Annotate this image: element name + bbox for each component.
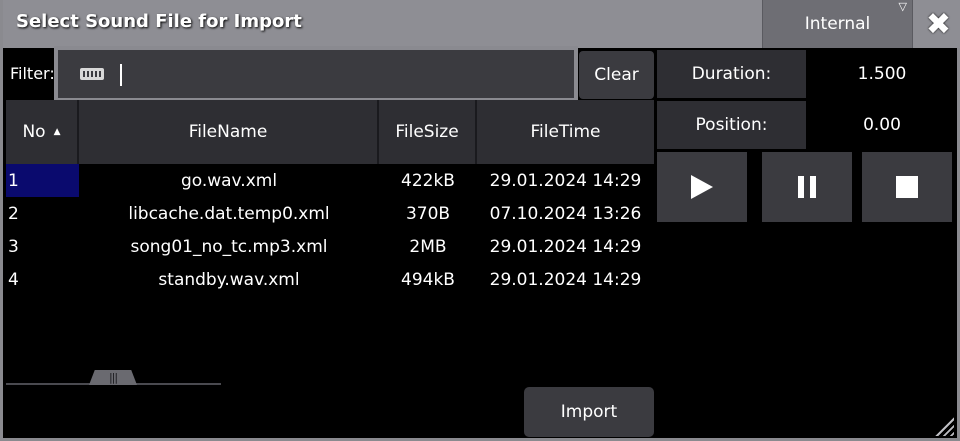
cell-filesize: 422kB <box>401 170 455 191</box>
cell-no: 1 <box>6 164 79 197</box>
table-header: No ▲ FileName FileSize FileTime <box>6 100 654 164</box>
column-label: No <box>22 122 46 142</box>
import-button[interactable]: Import <box>524 387 654 437</box>
duration-label: Duration: <box>657 50 806 98</box>
column-header-filetime[interactable]: FileTime <box>477 100 654 164</box>
cell-filesize: 2MB <box>409 236 447 257</box>
close-icon[interactable]: ✖ <box>914 0 960 48</box>
table-row[interactable]: 3 song01_no_tc.mp3.xml 2MB 29.01.2024 14… <box>6 230 654 263</box>
dropdown-arrow-icon: ▽ <box>898 0 907 13</box>
cell-filetime: 29.01.2024 14:29 <box>489 269 642 290</box>
cell-filetime: 07.10.2024 13:26 <box>489 203 642 224</box>
table-row[interactable]: 4 standby.wav.xml 494kB 29.01.2024 14:29 <box>6 263 654 296</box>
cell-no: 3 <box>8 236 19 257</box>
table-row[interactable]: 1 go.wav.xml 422kB 29.01.2024 14:29 <box>6 164 654 197</box>
cell-filename: standby.wav.xml <box>158 269 300 290</box>
column-header-filesize[interactable]: FileSize <box>379 100 477 164</box>
cell-filename: libcache.dat.temp0.xml <box>128 203 330 224</box>
play-button[interactable] <box>657 152 747 222</box>
filter-input[interactable] <box>54 46 578 102</box>
resize-grip-icon[interactable] <box>932 414 954 436</box>
duration-value: 1.500 <box>857 64 907 84</box>
filter-label: Filter: <box>10 64 55 83</box>
cell-filesize: 494kB <box>401 269 455 290</box>
cell-no: 4 <box>8 269 19 290</box>
source-label: Internal <box>804 14 871 34</box>
position-value: 0.00 <box>863 115 901 135</box>
pause-icon <box>798 176 816 198</box>
column-header-no[interactable]: No ▲ <box>6 100 79 164</box>
column-header-filename[interactable]: FileName <box>79 100 379 164</box>
cell-filetime: 29.01.2024 14:29 <box>489 170 642 191</box>
cell-filename: go.wav.xml <box>180 170 278 191</box>
cell-filename: song01_no_tc.mp3.xml <box>130 236 328 257</box>
stop-icon <box>896 176 918 198</box>
sort-ascending-icon: ▲ <box>53 127 61 137</box>
cell-filetime: 29.01.2024 14:29 <box>489 236 642 257</box>
filter-bar: Filter: Clear <box>6 46 654 102</box>
clear-button[interactable]: Clear <box>579 51 654 99</box>
play-icon <box>691 175 713 199</box>
splitter-handle-icon[interactable]: ||| <box>89 370 137 385</box>
dialog-title: Select Sound File for Import <box>16 11 302 32</box>
file-table: No ▲ FileName FileSize FileTime 1 go.wav… <box>6 100 654 296</box>
text-caret <box>120 64 122 86</box>
pause-button[interactable] <box>762 152 852 222</box>
cell-filesize: 370B <box>405 203 451 224</box>
import-sound-dialog: Select Sound File for Import Internal ▽ … <box>0 0 960 441</box>
cell-no: 2 <box>8 203 19 224</box>
title-bar[interactable]: Select Sound File for Import Internal ▽ … <box>3 0 960 48</box>
source-selector-button[interactable]: Internal ▽ <box>762 0 913 48</box>
stop-button[interactable] <box>862 152 952 222</box>
keyboard-icon[interactable] <box>80 68 104 80</box>
table-row[interactable]: 2 libcache.dat.temp0.xml 370B 07.10.2024… <box>6 197 654 230</box>
position-label: Position: <box>657 101 806 149</box>
